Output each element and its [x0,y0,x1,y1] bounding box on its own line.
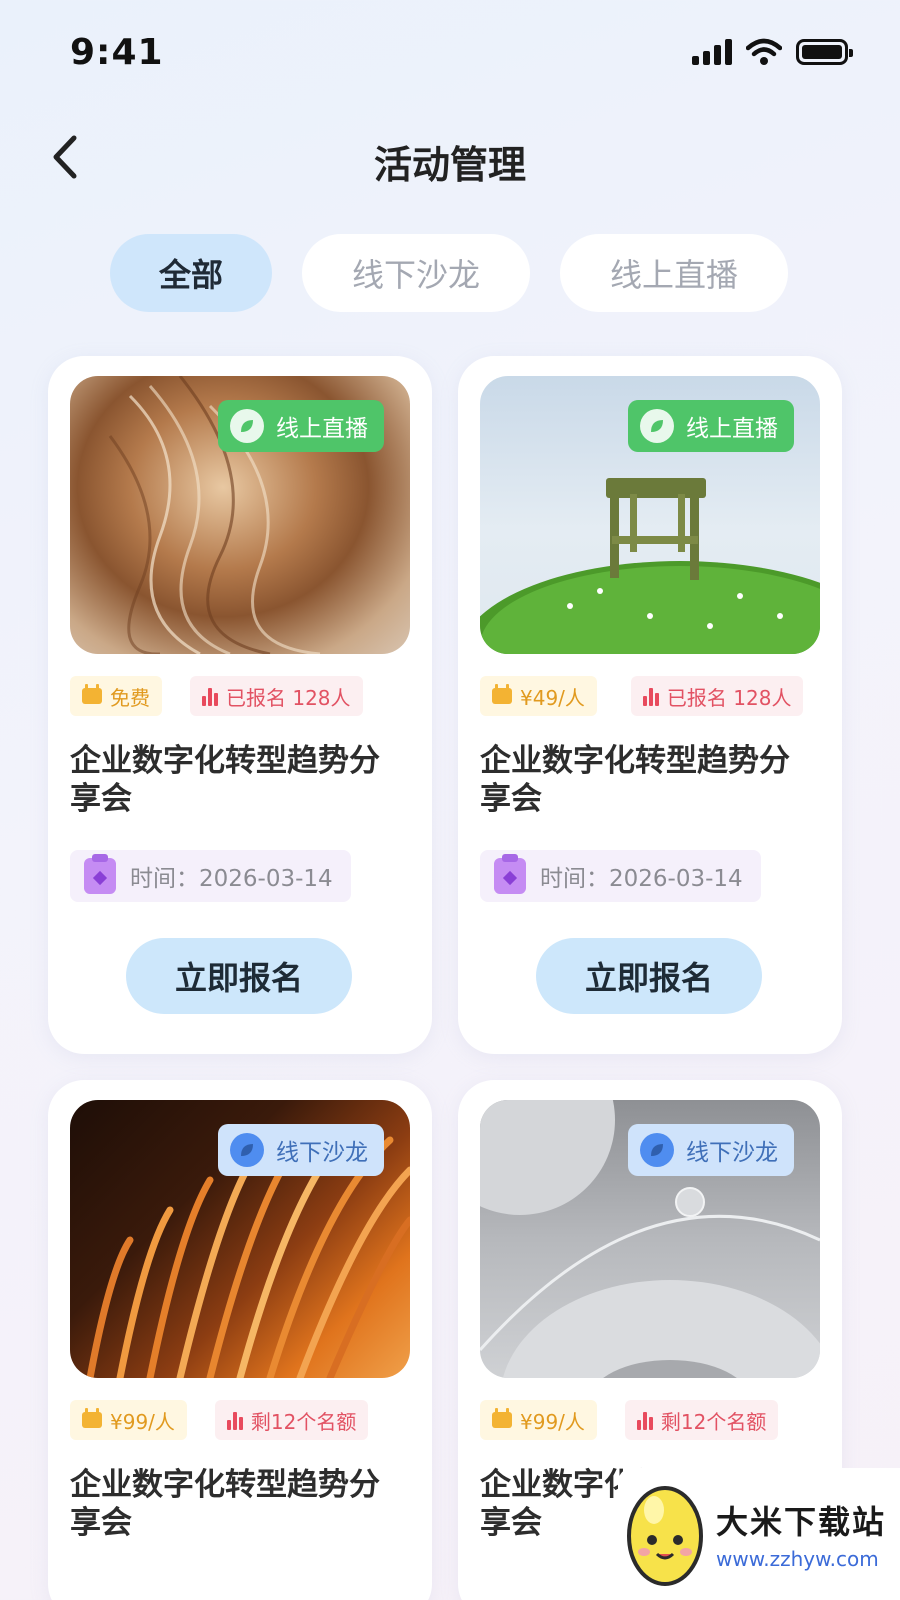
watermark-url: www.zzhyw.com [716,1547,879,1571]
leaf-icon [230,409,264,443]
time-pill: 时间：2026-03-14 [480,850,761,902]
type-badge-label: 线上直播 [686,416,778,442]
price-label: ¥49/人 [520,685,585,710]
signup-button[interactable]: 立即报名 [126,938,352,1014]
clipboard-icon [84,854,116,894]
cellular-signal-icon [692,39,732,65]
registration-chip: 已报名 128人 [630,676,804,716]
page-title: 活动管理 [373,143,526,187]
calendar-icon [492,684,512,704]
tab-all[interactable]: 全部 [110,234,272,312]
card-chips: ¥49/人 已报名 128人 [480,676,804,716]
tab-offline-salon[interactable]: 线下沙龙 [302,234,530,312]
price-chip: 免费 [70,676,162,716]
activity-image: 线上直播 [70,376,410,654]
status-bar: 9:41 [0,0,900,100]
tab-online-live[interactable]: 线上直播 [560,234,788,312]
price-label: 免费 [110,685,150,710]
activity-card[interactable]: 线下沙龙 ¥99/人 剩12个名额 企业数字化转型趋势分享会 [48,1080,432,1600]
status-time: 9:41 [70,32,164,73]
calendar-icon [82,1408,102,1428]
registration-label: 剩12个名额 [250,1409,357,1434]
activity-card[interactable]: 线上直播 ¥49/人 已报名 128人 企业数字化转型趋势分享会 时间：2026… [458,356,842,1054]
type-badge: 线上直播 [218,400,384,452]
registration-chip: 剩12个名额 [624,1400,779,1440]
type-badge-label: 线下沙龙 [686,1140,778,1166]
type-badge: 线下沙龙 [628,1124,794,1176]
watermark-text: 大米下载站 www.zzhyw.com [716,1497,886,1571]
price-chip: ¥49/人 [480,676,597,716]
registration-label: 已报名 128人 [226,685,351,710]
price-label: ¥99/人 [110,1409,175,1434]
price-label: ¥99/人 [520,1409,585,1434]
activity-image: 线下沙龙 [70,1100,410,1378]
time-label: 时间：2026-03-14 [130,866,333,892]
card-chips: ¥99/人 剩12个名额 [70,1400,369,1440]
wifi-icon [746,38,782,65]
leaf-icon [640,1133,674,1167]
type-badge-label: 线上直播 [276,416,368,442]
leaf-icon [640,409,674,443]
registration-label: 已报名 128人 [666,685,792,710]
type-badge: 线下沙龙 [218,1124,384,1176]
bar-chart-icon [202,686,218,706]
bar-chart-icon [642,686,659,706]
bar-chart-icon [636,1410,653,1430]
watermark-name: 大米下载站 [716,1503,887,1541]
registration-chip: 已报名 128人 [190,676,363,716]
mascot-logo-icon [627,1486,703,1586]
signup-button[interactable]: 立即报名 [536,938,762,1014]
bar-chart-icon [226,1410,243,1430]
calendar-icon [82,684,102,704]
registration-label: 剩12个名额 [660,1409,767,1434]
filter-tabs: 全部 线下沙龙 线上直播 [110,234,788,312]
type-badge: 线上直播 [628,400,794,452]
card-title: 企业数字化转型趋势分享会 [70,1467,380,1541]
type-badge-label: 线下沙龙 [276,1140,368,1166]
card-title: 企业数字化转型趋势分享会 [70,743,380,817]
status-icons [692,38,853,66]
activity-image: 线下沙龙 [480,1100,820,1378]
battery-icon [796,39,853,65]
watermark: 大米下载站 www.zzhyw.com [618,1468,900,1600]
card-chips: ¥99/人 剩12个名额 [480,1400,779,1440]
time-label: 时间：2026-03-14 [540,866,743,892]
card-chips: 免费 已报名 128人 [70,676,363,716]
clipboard-icon [494,854,526,894]
nav-bar: 活动管理 [0,120,900,196]
activity-image: 线上直播 [480,376,820,654]
activity-card[interactable]: 线上直播 免费 已报名 128人 企业数字化转型趋势分享会 时间：2026-03… [48,356,432,1054]
price-chip: ¥99/人 [70,1400,187,1440]
card-title: 企业数字化转型趋势分享会 [480,743,790,817]
time-pill: 时间：2026-03-14 [70,850,351,902]
price-chip: ¥99/人 [480,1400,597,1440]
leaf-icon [230,1133,264,1167]
registration-chip: 剩12个名额 [214,1400,369,1440]
calendar-icon [492,1408,512,1428]
